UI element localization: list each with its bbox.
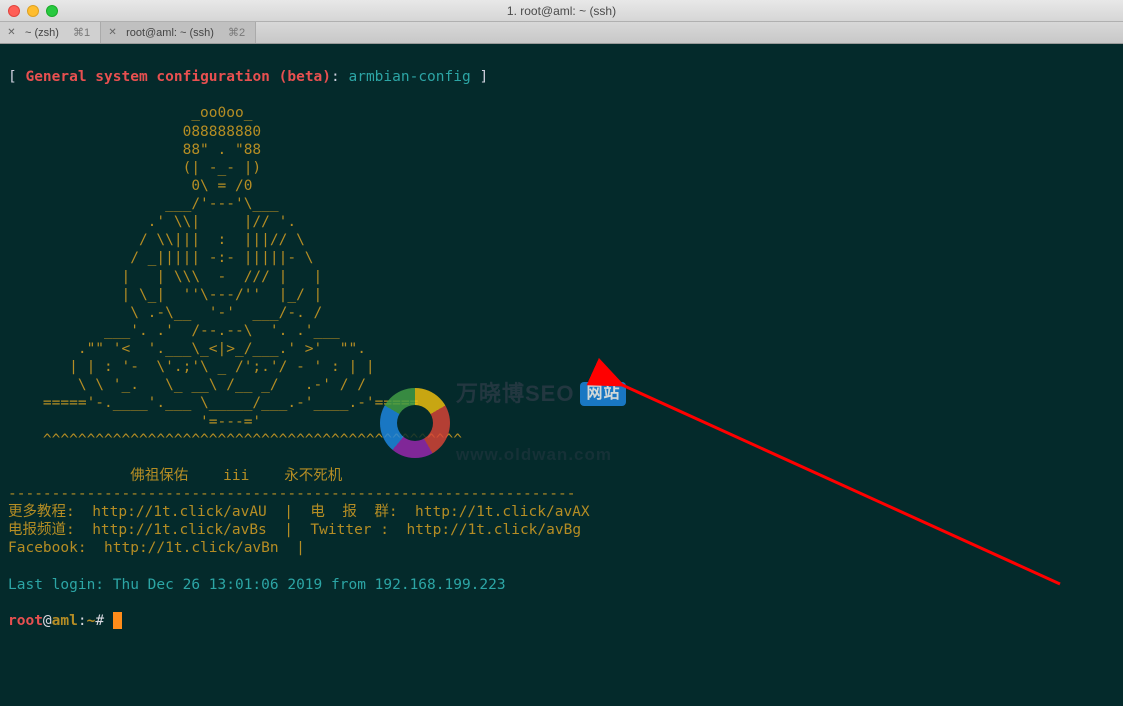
maximize-window-icon[interactable] <box>46 5 58 17</box>
close-icon[interactable]: ✕ <box>6 27 17 38</box>
prompt-hash: # <box>95 613 104 629</box>
tab-shortcut: ⌘1 <box>73 26 90 39</box>
links-line-1: 更多教程: http://1t.click/avAU | 电 报 群: http… <box>8 504 590 520</box>
config-line-cmd: armbian-config <box>348 69 470 85</box>
close-window-icon[interactable] <box>8 5 20 17</box>
config-line-title: General system configuration (beta) <box>25 69 331 85</box>
tab-zsh[interactable]: ✕ ~ (zsh) ⌘1 <box>0 22 101 43</box>
links-line-3: Facebook: http://1t.click/avBn | <box>8 540 305 556</box>
minimize-window-icon[interactable] <box>27 5 39 17</box>
prompt-host: aml <box>52 613 78 629</box>
watermark-text: 万晓博SEO 网站 www.oldwan.com <box>456 344 626 502</box>
watermark-url: www.oldwan.com <box>456 444 626 465</box>
config-line-sep: : <box>331 69 340 85</box>
config-line-open: [ <box>8 69 17 85</box>
config-line-close: ] <box>479 69 488 85</box>
tab-label: ~ (zsh) <box>25 27 59 39</box>
close-icon[interactable]: ✕ <box>107 27 118 38</box>
tab-ssh[interactable]: ✕ root@aml: ~ (ssh) ⌘2 <box>101 22 256 43</box>
tab-label: root@aml: ~ (ssh) <box>126 27 214 39</box>
prompt-colon: : <box>78 613 87 629</box>
prompt-user: root <box>8 613 43 629</box>
tab-shortcut: ⌘2 <box>228 26 245 39</box>
last-login: Last login: Thu Dec 26 13:01:06 2019 fro… <box>8 577 506 593</box>
tab-bar: ✕ ~ (zsh) ⌘1 ✕ root@aml: ~ (ssh) ⌘2 <box>0 22 1123 44</box>
links-line-2: 电报频道: http://1t.click/avBs | Twitter : h… <box>8 522 581 538</box>
blessing-text: 佛祖保佑 iii 永不死机 <box>8 468 342 484</box>
watermark-title: 万晓博SEO <box>456 380 574 408</box>
ascii-art-buddha: _oo0oo_ 088888880 88" . "88 (| -_- |) 0\… <box>8 105 462 447</box>
watermark-overlay: 万晓博SEO 网站 www.oldwan.com <box>380 344 626 502</box>
watermark-badge: 网站 <box>580 382 626 406</box>
window-titlebar: 1. root@aml: ~ (ssh) <box>0 0 1123 22</box>
separator-line: ----------------------------------------… <box>8 486 575 502</box>
prompt-at: @ <box>43 613 52 629</box>
terminal-viewport[interactable]: [ General system configuration (beta): a… <box>0 44 1123 706</box>
window-title: 1. root@aml: ~ (ssh) <box>0 4 1123 18</box>
traffic-lights <box>0 5 58 17</box>
cursor-block <box>113 612 122 629</box>
